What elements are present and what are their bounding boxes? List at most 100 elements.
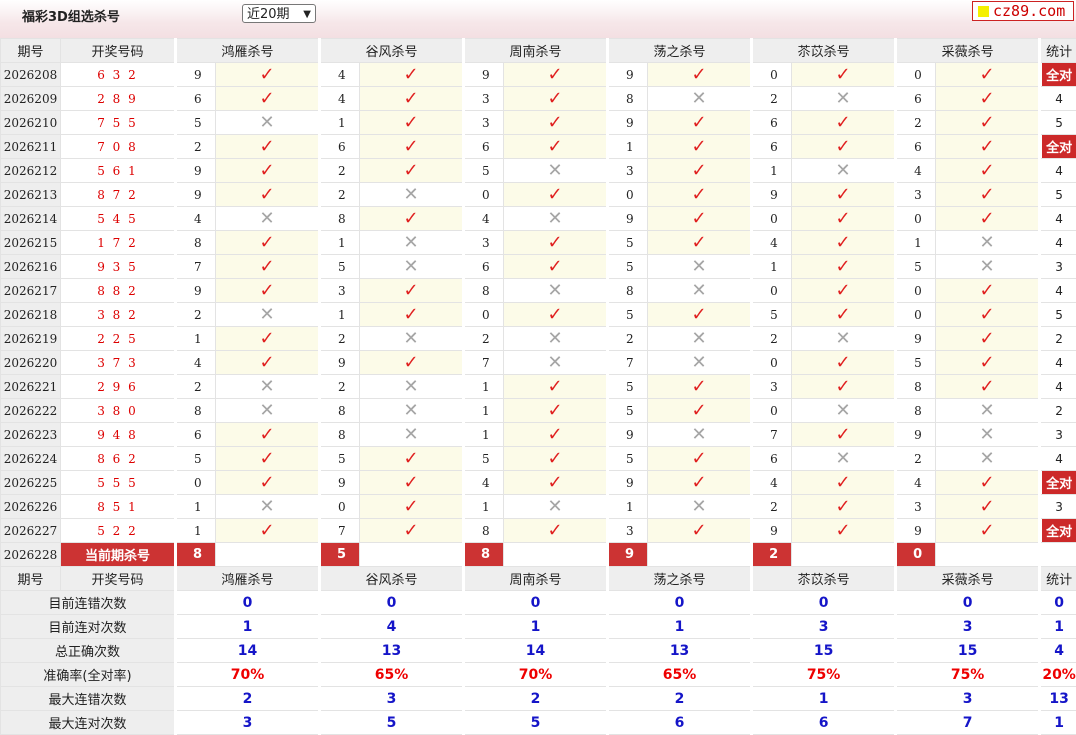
col-draw-header: 开奖号码 [61, 39, 176, 63]
check-icon: ✓ [403, 304, 418, 325]
kill-number-cell: 2 [896, 111, 936, 135]
result-cell: ✓ [216, 327, 320, 351]
stat-count: 5 [1055, 308, 1063, 322]
result-cell: ✓ [936, 471, 1040, 495]
result-cell: ✓ [648, 399, 752, 423]
result-cell: ✓ [360, 351, 464, 375]
check-icon: ✓ [980, 280, 995, 301]
summary-value: 3 [320, 687, 464, 711]
stat-cell: 全对 [1040, 63, 1076, 87]
result-cell: ✕ [360, 399, 464, 423]
result-cell: ✓ [792, 63, 896, 87]
kill-number-cell: 5 [608, 255, 648, 279]
result-cell: ✓ [216, 255, 320, 279]
summary-value: 0 [752, 591, 896, 615]
check-icon: ✓ [980, 520, 995, 541]
col-period-header: 期号 [1, 39, 61, 63]
summary-value: 75% [896, 663, 1040, 687]
draw-number-cell: 3 7 3 [61, 351, 176, 375]
result-cell: ✕ [648, 255, 752, 279]
period-cell: 2026208 [1, 63, 61, 87]
result-cell: ✓ [504, 303, 608, 327]
result-cell: ✓ [648, 375, 752, 399]
period-range-select[interactable]: 近20期 ▼ [242, 4, 316, 23]
check-icon: ✓ [259, 136, 274, 157]
summary-value: 75% [752, 663, 896, 687]
result-cell: ✕ [792, 447, 896, 471]
kill-number-cell: 6 [752, 135, 792, 159]
kill-number-cell: 2 [608, 327, 648, 351]
current-empty-cell [216, 543, 320, 567]
check-icon: ✓ [980, 160, 995, 181]
all-correct-badge: 全对 [1042, 135, 1076, 158]
draw-number-cell: 1 7 2 [61, 231, 176, 255]
kill-number-cell: 0 [464, 303, 504, 327]
check-icon: ✓ [403, 88, 418, 109]
check-icon: ✓ [692, 64, 707, 85]
result-cell: ✓ [936, 63, 1040, 87]
draw-number-cell: 5 6 1 [61, 159, 176, 183]
summary-label: 最大连对次数 [1, 711, 176, 735]
result-cell: ✓ [648, 471, 752, 495]
check-icon: ✓ [547, 520, 562, 541]
check-icon: ✓ [259, 472, 274, 493]
kill-number-cell: 1 [176, 519, 216, 543]
table-row: 20262086 3 29✓4✓9✓9✓0✓0✓全对 [1, 63, 1076, 87]
result-cell: ✓ [936, 207, 1040, 231]
summary-value: 13 [320, 639, 464, 663]
stat-cell: 4 [1040, 447, 1076, 471]
result-cell: ✓ [648, 447, 752, 471]
current-stat-cell [1040, 543, 1076, 567]
check-icon: ✓ [547, 424, 562, 445]
check-icon: ✓ [692, 448, 707, 469]
draw-number-cell: 8 5 1 [61, 495, 176, 519]
kill-number-cell: 1 [464, 375, 504, 399]
summary-value: 1 [1040, 711, 1076, 735]
summary-value: 0 [1040, 591, 1076, 615]
table-row: 20262255 5 50✓9✓4✓9✓4✓4✓全对 [1, 471, 1076, 495]
summary-value: 0 [176, 591, 320, 615]
kill-number-cell: 1 [608, 135, 648, 159]
summary-value: 0 [896, 591, 1040, 615]
result-cell: ✕ [792, 327, 896, 351]
table-row: 20262107 5 55✕1✓3✓9✓6✓2✓5 [1, 111, 1076, 135]
current-kill-number: 2 [752, 543, 792, 567]
kill-number-cell: 7 [320, 519, 360, 543]
period-cell: 2026219 [1, 327, 61, 351]
result-cell: ✓ [792, 375, 896, 399]
cross-icon: ✕ [692, 256, 707, 277]
cross-icon: ✕ [836, 400, 851, 421]
stat-count: 4 [1055, 164, 1063, 178]
stat-cell: 4 [1040, 231, 1076, 255]
kill-number-cell: 6 [176, 423, 216, 447]
table-row: 20262138 7 29✓2✕0✓0✓9✓3✓5 [1, 183, 1076, 207]
kill-number-cell: 4 [320, 63, 360, 87]
draw-number-cell: 9 4 8 [61, 423, 176, 447]
current-kill-label: 当前期杀号 [61, 543, 176, 567]
table-row: 20262145 4 54✕8✓4✕9✓0✓0✓4 [1, 207, 1076, 231]
kill-number-cell: 2 [176, 375, 216, 399]
draw-number-cell: 3 8 0 [61, 399, 176, 423]
result-cell: ✓ [648, 519, 752, 543]
summary-value: 4 [320, 615, 464, 639]
check-icon: ✓ [692, 304, 707, 325]
check-icon: ✓ [692, 160, 707, 181]
result-cell: ✓ [360, 495, 464, 519]
result-cell: ✕ [504, 159, 608, 183]
result-cell: ✓ [936, 375, 1040, 399]
result-cell: ✓ [792, 183, 896, 207]
site-logo[interactable]: cz89.com [972, 1, 1074, 21]
result-cell: ✓ [504, 471, 608, 495]
kill-number-cell: 0 [896, 207, 936, 231]
kill-number-cell: 9 [608, 111, 648, 135]
result-cell: ✓ [216, 279, 320, 303]
result-cell: ✕ [360, 183, 464, 207]
col-expert-header: 采薇杀号 [896, 39, 1040, 63]
kill-number-table: 期号开奖号码鸿雁杀号谷风杀号周南杀号荡之杀号苶苡杀号采薇杀号统计20262086… [0, 38, 1076, 735]
summary-row: 最大连对次数3556671 [1, 711, 1076, 735]
result-cell: ✕ [216, 495, 320, 519]
current-period-row: 2026228当前期杀号858920 [1, 543, 1076, 567]
cross-icon: ✕ [547, 352, 562, 373]
result-cell: ✓ [936, 135, 1040, 159]
stat-count: 3 [1055, 260, 1063, 274]
